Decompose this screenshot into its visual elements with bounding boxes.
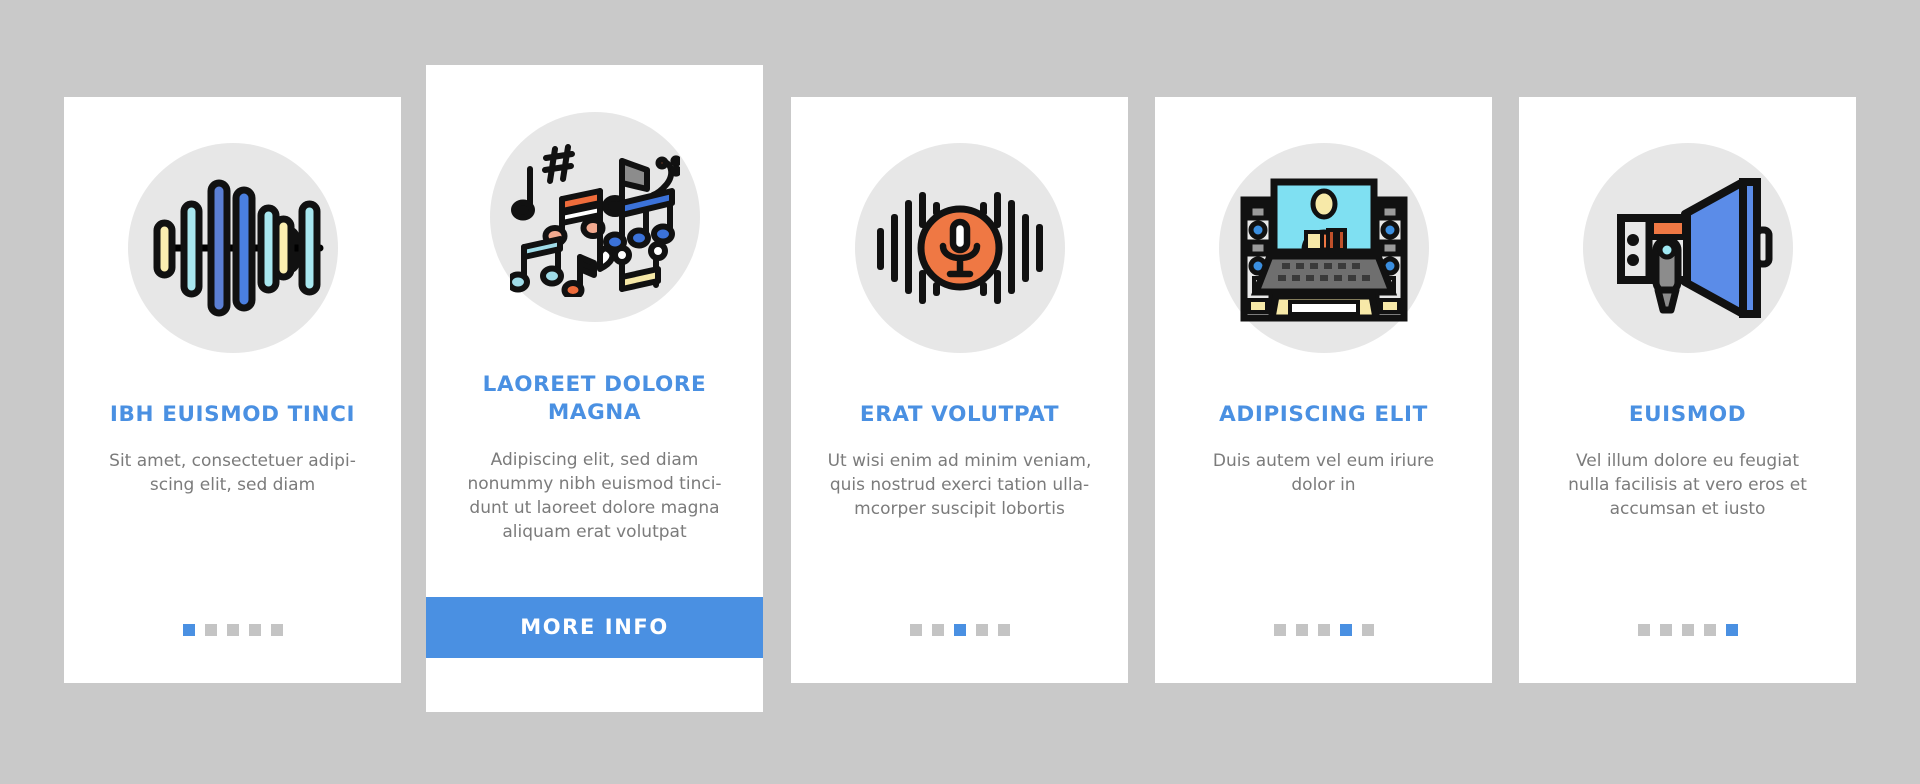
icon-circle-background — [489, 112, 700, 322]
pagination-dot-2[interactable] — [1659, 624, 1672, 636]
more-info-button[interactable]: MORE INFO — [426, 597, 763, 658]
card-body-text: Vel illum dolore eu feugiat nulla facili… — [1568, 450, 1807, 519]
pagination-dots[interactable] — [1273, 624, 1374, 636]
pagination-dot-2[interactable] — [204, 624, 217, 636]
pagination-dot-1[interactable] — [909, 624, 922, 636]
recording-studio-workstation-icon — [1240, 168, 1408, 328]
pagination-dots[interactable] — [182, 624, 283, 636]
card-body-text: Ut wisi enim ad minim veniam, quis nostr… — [827, 450, 1092, 519]
pagination-dots[interactable] — [1637, 624, 1738, 636]
pagination-dot-2[interactable] — [1295, 624, 1308, 636]
card-body-text: Adipiscing elit, sed diam nonummy nibh e… — [467, 450, 722, 543]
pagination-dot-1[interactable] — [1637, 624, 1650, 636]
pagination-dot-4[interactable] — [975, 624, 988, 636]
pagination-dot-3[interactable] — [226, 624, 239, 636]
pagination-dot-5[interactable] — [1725, 624, 1738, 636]
pagination-dot-5[interactable] — [1361, 624, 1374, 636]
pagination-dot-4[interactable] — [248, 624, 261, 636]
onboarding-card-5[interactable]: EUISMOD Vel illum dolore eu feugiat null… — [1519, 97, 1856, 683]
icon-circle-background — [1218, 143, 1429, 353]
onboarding-card-4[interactable]: ADIPISCING ELIT Duis autem vel eum iriur… — [1155, 97, 1492, 683]
card-title: LAOREET DOLORE MAGNA — [482, 372, 707, 425]
pagination-dot-4[interactable] — [1703, 624, 1716, 636]
onboarding-card-3[interactable]: ERAT VOLUTPAT Ut wisi enim ad minim veni… — [791, 97, 1128, 683]
pagination-dot-5[interactable] — [997, 624, 1010, 636]
megaphone-icon — [1603, 168, 1773, 328]
pagination-dot-3[interactable] — [953, 624, 966, 636]
microphone-waveform-icon — [875, 178, 1045, 318]
music-notes-icon — [509, 137, 680, 297]
icon-circle-background — [854, 143, 1065, 353]
pagination-dot-4[interactable] — [1339, 624, 1352, 636]
pagination-dot-1[interactable] — [1273, 624, 1286, 636]
card-title: ERAT VOLUTPAT — [859, 402, 1060, 427]
pagination-dot-3[interactable] — [1317, 624, 1330, 636]
onboarding-screens-container: IBH EUISMOD TINCI Sit amet, consectetuer… — [0, 0, 1920, 784]
pagination-dot-3[interactable] — [1681, 624, 1694, 636]
card-title: IBH EUISMOD TINCI — [109, 402, 356, 427]
card-title: ADIPISCING ELIT — [1219, 402, 1428, 427]
card-body-text: Duis autem vel eum iriure dolor in — [1212, 450, 1435, 495]
sound-waveform-icon-extra-bars — [273, 188, 324, 308]
onboarding-card-1[interactable]: IBH EUISMOD TINCI Sit amet, consectetuer… — [64, 97, 401, 683]
onboarding-card-2[interactable]: LAOREET DOLORE MAGNA Adipiscing elit, se… — [426, 65, 763, 712]
icon-circle-background — [1582, 143, 1793, 353]
pagination-dot-2[interactable] — [931, 624, 944, 636]
icon-circle-background — [127, 143, 338, 353]
card-title: EUISMOD — [1628, 402, 1747, 427]
pagination-dot-1[interactable] — [182, 624, 195, 636]
card-body-text: Sit amet, consectetuer adipi- scing elit… — [109, 450, 356, 495]
pagination-dot-5[interactable] — [270, 624, 283, 636]
pagination-dots[interactable] — [909, 624, 1010, 636]
